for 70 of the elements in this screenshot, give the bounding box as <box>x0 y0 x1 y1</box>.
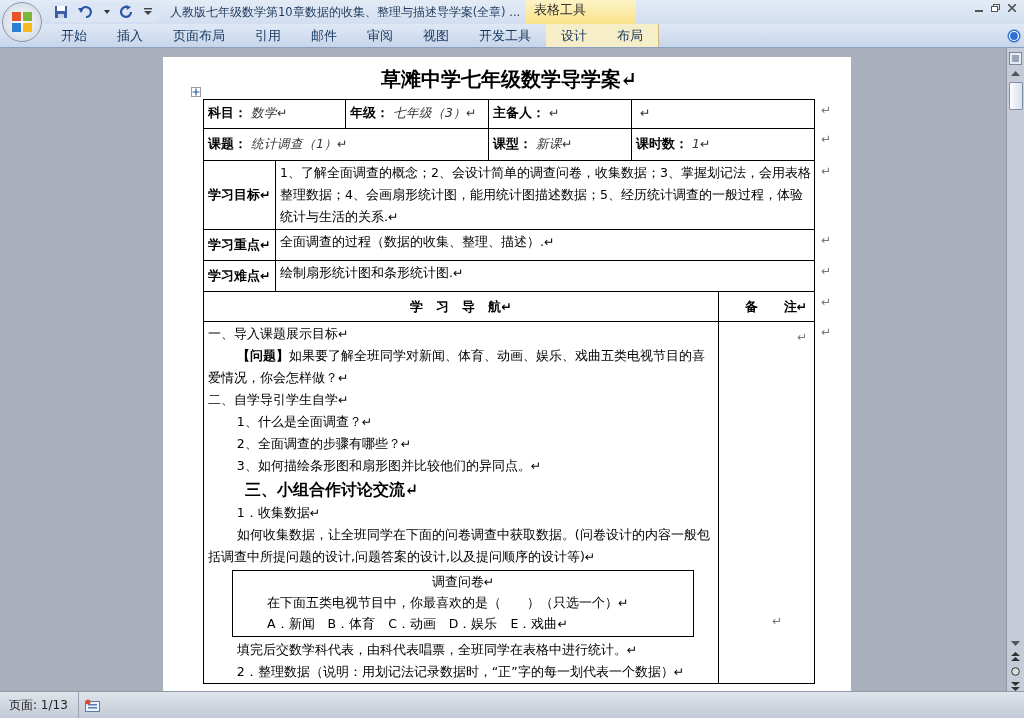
section-heading: 一、导入课题展示目标↵ <box>208 325 350 343</box>
restore-icon[interactable] <box>991 4 1000 12</box>
questionnaire-line: 在下面五类电视节目中，你最喜欢的是（ ）（只选一个）↵ <box>266 594 630 612</box>
column-header: 备 注↵ <box>718 291 815 321</box>
scroll-thumb[interactable] <box>1008 82 1023 110</box>
row-label: 学习重点↵ <box>203 229 275 260</box>
list-item: 2、全面调查的步骤有哪些？↵ <box>235 435 413 453</box>
ribbon-tab[interactable]: 布局 <box>602 24 659 47</box>
table-cell: 课时数： 1↵ <box>631 128 815 160</box>
row-label: 学习难点↵ <box>203 260 275 291</box>
table-cell: 主备人： ↵ <box>488 99 631 128</box>
close-icon[interactable] <box>1008 4 1016 12</box>
customize-icon[interactable] <box>144 8 152 16</box>
row-end-mark: ↵ <box>820 233 831 247</box>
office-logo-icon <box>9 9 35 35</box>
row-end-mark: ↵ <box>820 132 831 146</box>
row-end-mark: ↵ <box>820 164 831 178</box>
paragraph-mark: ↵ <box>772 613 783 630</box>
table-cell: 全面调查的过程（数据的收集、整理、描述）.↵ <box>275 229 815 260</box>
redo-icon[interactable] <box>120 5 134 19</box>
questionnaire-title: 调查问卷↵ <box>430 573 496 591</box>
context-tab-group: 表格工具 <box>526 0 637 24</box>
previous-page-icon[interactable] <box>1011 652 1020 661</box>
list-item: 3、如何描绘条形图和扇形图并比较他们的异同点。↵ <box>235 457 543 475</box>
table-cell: 年级： 七年级（3）↵ <box>345 99 488 128</box>
save-icon[interactable] <box>54 5 68 19</box>
window-title: 人教版七年级数学第10章数据的收集、整理与描述导学案(全章) ... <box>170 4 521 20</box>
table-move-handle-icon[interactable] <box>191 87 201 97</box>
list-item: 填完后交数学科代表，由科代表唱票，全班同学在表格中进行统计。↵ <box>235 641 639 659</box>
ribbon-tab[interactable]: 邮件 <box>296 24 352 47</box>
page-indicator[interactable]: 页面: 1/13 <box>0 692 79 718</box>
list-item: 2．整理数据（说明：用划记法记录数据时，“正”字的每一划代表一个数据）↵ <box>235 663 686 681</box>
table-cell: 科目： 数学↵ <box>203 99 345 128</box>
document-title: 草滩中学七年级数学导学案↵ <box>379 66 639 93</box>
ribbon-tab[interactable]: 引用 <box>240 24 296 47</box>
ribbon-tab[interactable]: 审阅 <box>352 24 408 47</box>
section-heading: 二、自学导引学生自学↵ <box>208 391 350 409</box>
office-button[interactable] <box>2 2 42 42</box>
table-cell: 绘制扇形统计图和条形统计图.↵ <box>275 260 815 291</box>
document-icon[interactable] <box>84 698 100 712</box>
table-cell: 课题： 统计调查（1）↵ <box>203 128 488 160</box>
undo-icon[interactable] <box>78 5 94 19</box>
ribbon-tab[interactable]: 开始 <box>46 24 102 47</box>
scroll-down-icon[interactable] <box>1011 641 1020 646</box>
ruler-toggle-icon[interactable] <box>1009 52 1022 65</box>
questionnaire-line: A．新闻 B．体育 C．动画 D．娱乐 E．戏曲↵ <box>266 615 569 633</box>
scroll-up-icon[interactable] <box>1011 71 1020 76</box>
row-end-mark: ↵ <box>820 264 831 278</box>
dropdown-icon[interactable] <box>104 10 110 14</box>
vertical-scrollbar[interactable] <box>1006 48 1024 691</box>
row-end-mark: ↵ <box>820 325 831 339</box>
column-header: 学 习 导 航↵ <box>203 291 718 321</box>
row-label: 学习目标↵ <box>203 160 275 229</box>
row-end-mark: ↵ <box>820 103 831 117</box>
browse-object-icon[interactable] <box>1011 667 1020 676</box>
ribbon-tab[interactable]: 开发工具 <box>464 24 546 47</box>
table-cell: 1、了解全面调查的概念；2、会设计简单的调查问卷，收集数据；3、掌握划记法，会用表格整理数据；4、会画扇形统计图，能用统计图描述数据；5、经历统计调查的一般过程，体验统计与生活的关系.↵ <box>275 160 815 229</box>
paragraph: 如何收集数据，让全班同学在下面的问卷调查中获取数据。(问卷设计的内容一般包括调查中所提问题的设计,问题答案的设计,以及提问顺序的设计等)↵ <box>208 526 711 566</box>
help-icon[interactable] <box>1007 28 1021 43</box>
ribbon-tab[interactable]: 视图 <box>408 24 464 47</box>
ribbon-tab[interactable]: 设计 <box>546 24 602 47</box>
table-cell: 课型： 新课↵ <box>488 128 631 160</box>
list-item: 1．收集数据↵ <box>235 504 322 522</box>
row-end-mark: ↵ <box>820 295 831 309</box>
table-cell: ↵ <box>631 99 815 128</box>
ribbon-tab[interactable]: 插入 <box>102 24 158 47</box>
section-heading: 三、小组合作讨论交流↵ <box>243 479 420 501</box>
list-item: 1、什么是全面调查？↵ <box>235 413 374 431</box>
ribbon-tab[interactable]: 页面布局 <box>158 24 240 47</box>
paragraph: 【问题】如果要了解全班同学对新闻、体育、动画、娱乐、戏曲五类电视节目的喜爱情况，你会怎样做？↵ <box>208 347 706 387</box>
